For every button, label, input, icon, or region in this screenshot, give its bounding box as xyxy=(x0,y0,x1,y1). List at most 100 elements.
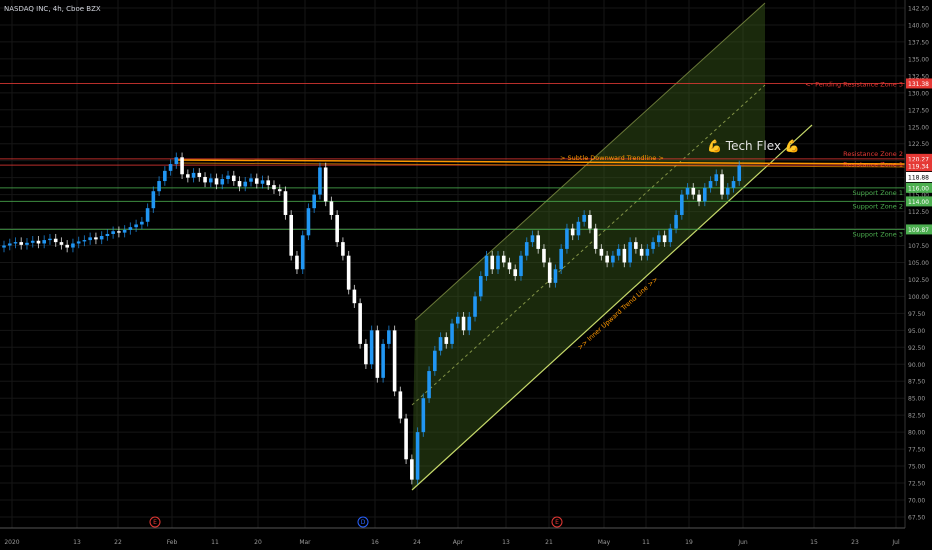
candle-body xyxy=(358,303,362,344)
candle-body xyxy=(651,242,655,249)
candle-body xyxy=(473,296,477,317)
candle-body xyxy=(94,237,98,240)
candle-body xyxy=(71,243,75,248)
price-tick-label: 85.00 xyxy=(908,396,925,403)
candle-body xyxy=(312,194,316,209)
candle-body xyxy=(82,240,87,242)
candle-body xyxy=(13,242,18,244)
time-tick-label: 13 xyxy=(502,539,510,546)
price-tick-label: 122.50 xyxy=(908,141,929,148)
candle-body xyxy=(289,214,294,256)
candle-body xyxy=(186,174,190,178)
event-marker-label: E xyxy=(153,519,157,526)
candle-body xyxy=(467,316,472,331)
candle-body xyxy=(88,237,92,241)
candle-body xyxy=(519,255,523,277)
candle-body xyxy=(708,181,713,188)
price-tick-label: 142.50 xyxy=(908,6,929,13)
candle-body xyxy=(36,240,41,244)
candle-body xyxy=(76,241,81,244)
candle-body xyxy=(19,242,24,245)
tech-flex-annotation: 💪 Tech Flex 💪 xyxy=(707,139,800,153)
candle-body xyxy=(163,170,167,182)
level-label: Support Zone 3 xyxy=(852,230,903,238)
candle-body xyxy=(496,255,500,270)
candle-body xyxy=(48,238,52,241)
candle-body xyxy=(553,269,558,283)
candle-body xyxy=(203,176,207,183)
price-tick-label: 125.00 xyxy=(908,124,929,131)
candle-body xyxy=(134,224,138,228)
price-tick-label: 95.00 xyxy=(908,328,925,335)
candle-body xyxy=(283,191,288,215)
candle-body xyxy=(30,240,35,243)
candle-body xyxy=(478,276,483,297)
candle-body xyxy=(484,255,489,277)
price-tick-label: 77.50 xyxy=(908,447,925,454)
level-label: Support Zone 2 xyxy=(852,202,903,210)
price-tick-label: 135.00 xyxy=(908,56,929,63)
candle-body xyxy=(691,187,696,195)
candle-body xyxy=(398,391,403,419)
level-label: <- Pending Resistance Zone 3 xyxy=(805,80,903,88)
time-tick-label: 22 xyxy=(114,539,122,546)
candle-body xyxy=(611,255,615,263)
candle-body xyxy=(731,181,736,188)
candle-body xyxy=(272,185,276,190)
candle-body xyxy=(369,330,374,365)
price-tick-label: 107.50 xyxy=(908,243,929,250)
candle-body xyxy=(628,242,632,263)
time-tick-label: Jun xyxy=(737,539,748,546)
time-tick-label: 19 xyxy=(685,539,693,546)
candle-body xyxy=(168,164,173,171)
price-tick-label: 130.00 xyxy=(908,90,929,97)
candle-body xyxy=(346,255,351,290)
candle-body xyxy=(622,248,627,263)
candle-body xyxy=(415,432,420,480)
candle-body xyxy=(392,330,397,392)
candle-body xyxy=(105,233,110,237)
candle-body xyxy=(501,255,506,263)
candle-body xyxy=(364,343,368,365)
candle-body xyxy=(375,330,380,378)
price-tick-label: 70.00 xyxy=(908,497,925,504)
candle-body xyxy=(341,242,345,256)
price-chart[interactable]: >> Inner Upward Trend Line >><- Pending … xyxy=(0,0,932,550)
candle-body xyxy=(737,165,742,182)
candle-body xyxy=(565,228,569,249)
time-tick-label: Feb xyxy=(167,539,178,546)
time-tick-label: 21 xyxy=(545,539,553,546)
candle-body xyxy=(157,181,161,192)
price-level-badge-text: 119.34 xyxy=(908,164,929,171)
price-tick-label: 80.00 xyxy=(908,430,925,437)
candle-body xyxy=(582,214,586,222)
last-price-text: 118.88 xyxy=(908,175,929,182)
flex-emoji-icon: 💪 xyxy=(707,139,722,153)
candle-body xyxy=(576,221,581,236)
candle-body xyxy=(249,178,253,182)
candle-body xyxy=(433,350,437,372)
candle-body xyxy=(111,231,115,234)
time-tick-label: 24 xyxy=(413,539,421,546)
candle-body xyxy=(455,316,460,324)
price-tick-label: 90.00 xyxy=(908,362,925,369)
candle-body xyxy=(680,194,684,215)
candle-body xyxy=(140,221,144,225)
tech-flex-label: Tech Flex xyxy=(725,139,781,153)
candle-body xyxy=(42,240,47,244)
candle-body xyxy=(174,157,179,165)
price-tick-label: 97.50 xyxy=(908,311,925,318)
candle-body xyxy=(145,208,150,222)
candle-body xyxy=(599,248,604,256)
price-tick-label: 75.00 xyxy=(908,464,925,471)
price-tick-label: 137.50 xyxy=(908,39,929,46)
candle-body xyxy=(634,242,638,249)
price-level-badge-text: 109.87 xyxy=(908,227,929,234)
candle-body xyxy=(99,236,104,240)
candle-body xyxy=(524,242,529,256)
candle-body xyxy=(697,194,701,202)
candle-body xyxy=(404,418,408,460)
candle-body xyxy=(685,187,690,195)
candle-body xyxy=(490,255,495,270)
time-tick-label: Jul xyxy=(891,539,900,546)
